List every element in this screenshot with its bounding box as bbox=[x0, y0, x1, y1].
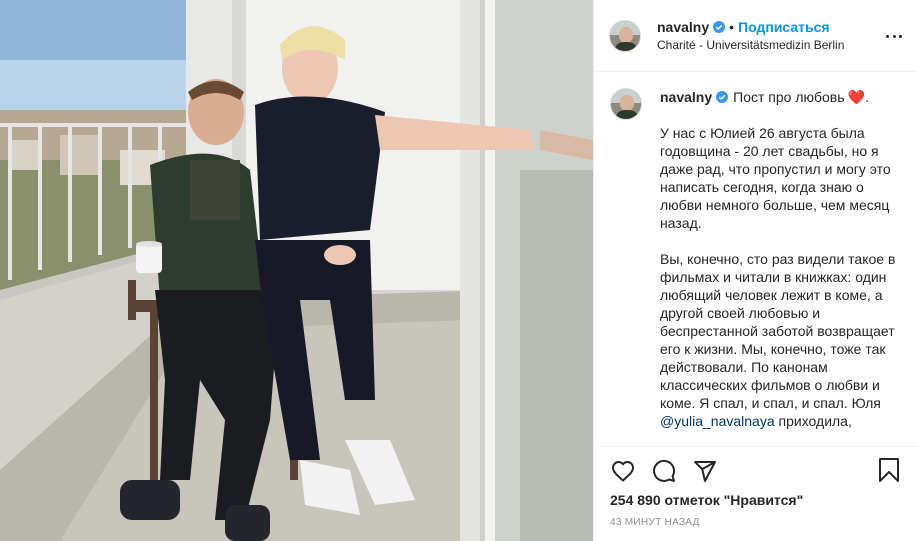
caption-paragraph-2-text: Вы, конечно, сто раз видели такое в филь… bbox=[660, 251, 896, 411]
post-image bbox=[0, 0, 593, 541]
username-link[interactable]: navalny bbox=[657, 18, 709, 36]
location-link[interactable]: Charité - Universitätsmedizin Berlin bbox=[657, 37, 844, 53]
post-side-panel: navalny • Подписаться Charité - Universi… bbox=[593, 0, 916, 541]
caption-title: Пост про любовь bbox=[733, 89, 845, 105]
caption-body: navalny Пост про любовь ❤️ . У нас с Юли… bbox=[660, 88, 900, 430]
more-options-icon[interactable] bbox=[884, 26, 904, 46]
caption-username-link[interactable]: navalny bbox=[660, 88, 712, 106]
likes-label: отметок "Нравится" bbox=[664, 492, 804, 508]
caption-avatar[interactable] bbox=[610, 88, 642, 120]
post-actions: 254 890 отметок "Нравится" 43 МИНУТ НАЗА… bbox=[594, 446, 916, 541]
post-photo[interactable] bbox=[0, 0, 593, 541]
caption-paragraph-1: У нас с Юлией 26 августа была годовщина … bbox=[660, 125, 891, 231]
verified-badge-icon bbox=[716, 91, 729, 103]
caption-paragraph-2-end: приходила, bbox=[778, 413, 852, 429]
header-text: navalny • Подписаться Charité - Universi… bbox=[657, 18, 844, 53]
follow-button[interactable]: Подписаться bbox=[738, 18, 830, 36]
post-header: navalny • Подписаться Charité - Universi… bbox=[594, 0, 916, 72]
post-timestamp[interactable]: 43 МИНУТ НАЗАД bbox=[610, 517, 902, 528]
avatar[interactable] bbox=[609, 19, 641, 52]
bookmark-icon[interactable] bbox=[878, 457, 902, 483]
comment-icon[interactable] bbox=[651, 458, 677, 484]
likes-count[interactable]: 254 890 отметок "Нравится" bbox=[610, 491, 902, 509]
mention-link[interactable]: @yulia_navalnaya bbox=[660, 413, 775, 429]
post-caption: navalny Пост про любовь ❤️ . У нас с Юли… bbox=[610, 88, 900, 430]
separator-dot: • bbox=[729, 19, 735, 35]
heart-outline-icon[interactable] bbox=[610, 458, 636, 484]
caption-paragraph-2: Вы, конечно, сто раз видели такое в филь… bbox=[660, 250, 900, 430]
likes-number: 254 890 bbox=[610, 492, 661, 508]
caption-title-period: . bbox=[864, 89, 869, 105]
comments-area[interactable]: navalny Пост про любовь ❤️ . У нас с Юли… bbox=[594, 72, 916, 446]
verified-badge-icon bbox=[713, 21, 726, 33]
heart-emoji: ❤️ bbox=[847, 89, 865, 105]
share-icon[interactable] bbox=[692, 458, 718, 484]
